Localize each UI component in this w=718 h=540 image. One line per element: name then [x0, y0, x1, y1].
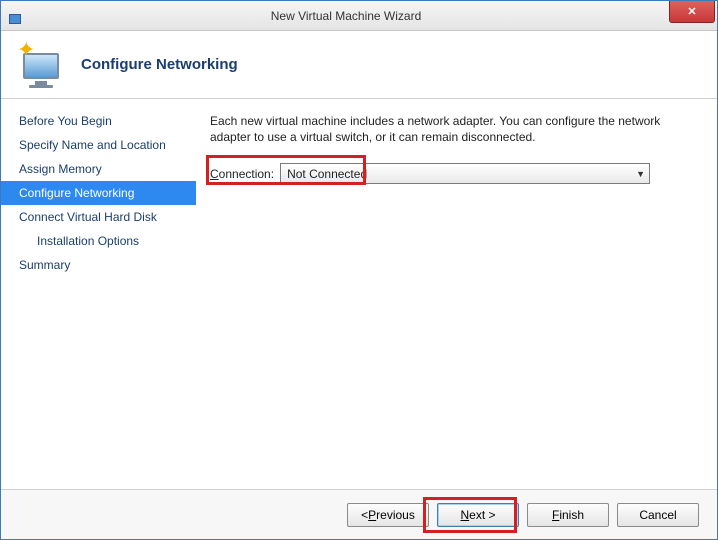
wizard-header: ✦ Configure Networking	[1, 31, 717, 99]
page-title: Configure Networking	[81, 56, 238, 73]
finish-button[interactable]: Finish	[527, 503, 609, 527]
sidebar-item-summary[interactable]: Summary	[1, 253, 196, 277]
wizard-steps-sidebar: Before You Begin Specify Name and Locati…	[1, 99, 196, 489]
sidebar-item-assign-memory[interactable]: Assign Memory	[1, 157, 196, 181]
sidebar-item-connect-vhd[interactable]: Connect Virtual Hard Disk	[1, 205, 196, 229]
vm-icon: ✦	[17, 41, 65, 89]
app-icon	[7, 8, 23, 24]
close-button[interactable]: ✕	[669, 1, 715, 23]
content-area: Before You Begin Specify Name and Locati…	[1, 99, 717, 489]
sidebar-item-before-you-begin[interactable]: Before You Begin	[1, 109, 196, 133]
sidebar-item-configure-networking[interactable]: Configure Networking	[1, 181, 196, 205]
chevron-down-icon: ▼	[636, 169, 645, 179]
window-title: New Virtual Machine Wizard	[23, 9, 669, 23]
next-button[interactable]: Next >	[437, 503, 519, 527]
connection-row: Connection: Not Connected ▼	[210, 163, 699, 184]
sidebar-item-specify-name[interactable]: Specify Name and Location	[1, 133, 196, 157]
close-icon: ✕	[687, 5, 696, 18]
main-panel: Each new virtual machine includes a netw…	[196, 99, 717, 489]
connection-label: Connection:	[210, 167, 274, 181]
titlebar: New Virtual Machine Wizard ✕	[1, 1, 717, 31]
previous-button[interactable]: < Previous	[347, 503, 429, 527]
wizard-footer: < Previous Next > Finish Cancel	[1, 489, 717, 539]
cancel-button[interactable]: Cancel	[617, 503, 699, 527]
connection-dropdown[interactable]: Not Connected ▼	[280, 163, 650, 184]
connection-value: Not Connected	[287, 167, 367, 181]
step-description: Each new virtual machine includes a netw…	[210, 113, 699, 145]
sidebar-item-installation-options[interactable]: Installation Options	[1, 229, 196, 253]
